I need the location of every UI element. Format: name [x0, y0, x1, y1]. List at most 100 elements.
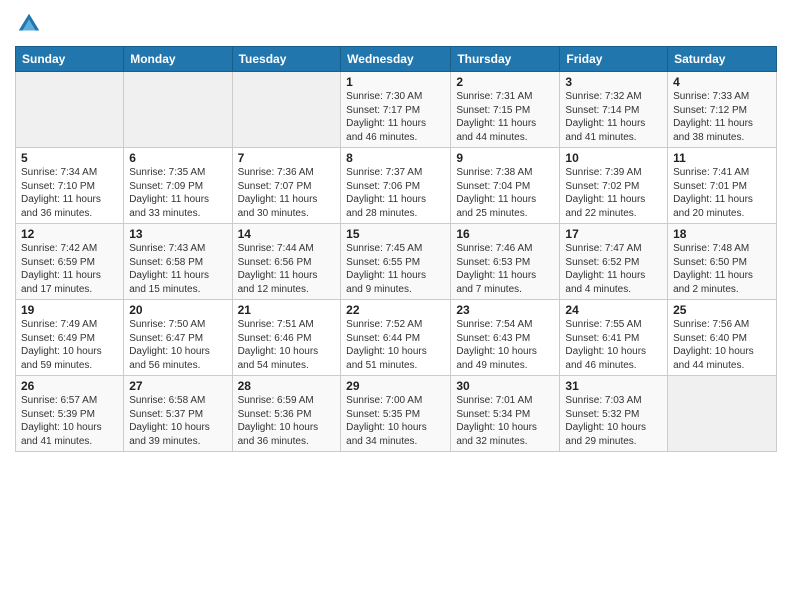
- day-number: 27: [129, 379, 226, 393]
- day-number: 28: [238, 379, 336, 393]
- calendar-cell: 4Sunrise: 7:33 AM Sunset: 7:12 PM Daylig…: [668, 72, 777, 148]
- calendar-week-row: 19Sunrise: 7:49 AM Sunset: 6:49 PM Dayli…: [16, 300, 777, 376]
- weekday-header-row: SundayMondayTuesdayWednesdayThursdayFrid…: [16, 47, 777, 72]
- calendar-cell: 24Sunrise: 7:55 AM Sunset: 6:41 PM Dayli…: [560, 300, 668, 376]
- day-info: Sunrise: 7:52 AM Sunset: 6:44 PM Dayligh…: [346, 318, 445, 372]
- day-info: Sunrise: 7:03 AM Sunset: 5:32 PM Dayligh…: [565, 394, 662, 448]
- calendar-cell: 2Sunrise: 7:31 AM Sunset: 7:15 PM Daylig…: [451, 72, 560, 148]
- day-info: Sunrise: 7:42 AM Sunset: 6:59 PM Dayligh…: [21, 242, 118, 296]
- weekday-header: Tuesday: [232, 47, 341, 72]
- day-number: 30: [456, 379, 554, 393]
- calendar-cell: 6Sunrise: 7:35 AM Sunset: 7:09 PM Daylig…: [124, 148, 232, 224]
- day-number: 21: [238, 303, 336, 317]
- calendar-cell: 29Sunrise: 7:00 AM Sunset: 5:35 PM Dayli…: [341, 376, 451, 452]
- day-number: 17: [565, 227, 662, 241]
- day-info: Sunrise: 7:39 AM Sunset: 7:02 PM Dayligh…: [565, 166, 662, 220]
- day-info: Sunrise: 7:43 AM Sunset: 6:58 PM Dayligh…: [129, 242, 226, 296]
- day-number: 26: [21, 379, 118, 393]
- calendar-cell: 12Sunrise: 7:42 AM Sunset: 6:59 PM Dayli…: [16, 224, 124, 300]
- calendar-cell: 30Sunrise: 7:01 AM Sunset: 5:34 PM Dayli…: [451, 376, 560, 452]
- calendar-cell: 1Sunrise: 7:30 AM Sunset: 7:17 PM Daylig…: [341, 72, 451, 148]
- calendar-week-row: 26Sunrise: 6:57 AM Sunset: 5:39 PM Dayli…: [16, 376, 777, 452]
- weekday-header: Sunday: [16, 47, 124, 72]
- day-info: Sunrise: 7:31 AM Sunset: 7:15 PM Dayligh…: [456, 90, 554, 144]
- calendar-cell: [668, 376, 777, 452]
- calendar-cell: 8Sunrise: 7:37 AM Sunset: 7:06 PM Daylig…: [341, 148, 451, 224]
- calendar-table: SundayMondayTuesdayWednesdayThursdayFrid…: [15, 46, 777, 452]
- day-number: 12: [21, 227, 118, 241]
- calendar-cell: [124, 72, 232, 148]
- calendar-cell: 9Sunrise: 7:38 AM Sunset: 7:04 PM Daylig…: [451, 148, 560, 224]
- weekday-header: Wednesday: [341, 47, 451, 72]
- calendar-cell: 21Sunrise: 7:51 AM Sunset: 6:46 PM Dayli…: [232, 300, 341, 376]
- calendar-week-row: 12Sunrise: 7:42 AM Sunset: 6:59 PM Dayli…: [16, 224, 777, 300]
- day-number: 20: [129, 303, 226, 317]
- logo: [15, 10, 47, 38]
- calendar-cell: 7Sunrise: 7:36 AM Sunset: 7:07 PM Daylig…: [232, 148, 341, 224]
- calendar-cell: 17Sunrise: 7:47 AM Sunset: 6:52 PM Dayli…: [560, 224, 668, 300]
- day-number: 23: [456, 303, 554, 317]
- logo-icon: [15, 10, 43, 38]
- day-number: 15: [346, 227, 445, 241]
- day-number: 5: [21, 151, 118, 165]
- day-number: 14: [238, 227, 336, 241]
- day-info: Sunrise: 7:51 AM Sunset: 6:46 PM Dayligh…: [238, 318, 336, 372]
- day-info: Sunrise: 7:32 AM Sunset: 7:14 PM Dayligh…: [565, 90, 662, 144]
- calendar-cell: 28Sunrise: 6:59 AM Sunset: 5:36 PM Dayli…: [232, 376, 341, 452]
- day-info: Sunrise: 7:46 AM Sunset: 6:53 PM Dayligh…: [456, 242, 554, 296]
- day-number: 10: [565, 151, 662, 165]
- calendar-cell: 3Sunrise: 7:32 AM Sunset: 7:14 PM Daylig…: [560, 72, 668, 148]
- day-info: Sunrise: 7:44 AM Sunset: 6:56 PM Dayligh…: [238, 242, 336, 296]
- day-info: Sunrise: 7:41 AM Sunset: 7:01 PM Dayligh…: [673, 166, 771, 220]
- calendar-cell: 14Sunrise: 7:44 AM Sunset: 6:56 PM Dayli…: [232, 224, 341, 300]
- calendar-cell: 19Sunrise: 7:49 AM Sunset: 6:49 PM Dayli…: [16, 300, 124, 376]
- day-number: 25: [673, 303, 771, 317]
- calendar-cell: 31Sunrise: 7:03 AM Sunset: 5:32 PM Dayli…: [560, 376, 668, 452]
- calendar-cell: 23Sunrise: 7:54 AM Sunset: 6:43 PM Dayli…: [451, 300, 560, 376]
- day-info: Sunrise: 7:54 AM Sunset: 6:43 PM Dayligh…: [456, 318, 554, 372]
- day-number: 13: [129, 227, 226, 241]
- day-number: 4: [673, 75, 771, 89]
- day-info: Sunrise: 6:58 AM Sunset: 5:37 PM Dayligh…: [129, 394, 226, 448]
- day-number: 1: [346, 75, 445, 89]
- calendar-week-row: 5Sunrise: 7:34 AM Sunset: 7:10 PM Daylig…: [16, 148, 777, 224]
- day-number: 2: [456, 75, 554, 89]
- day-info: Sunrise: 7:34 AM Sunset: 7:10 PM Dayligh…: [21, 166, 118, 220]
- calendar-cell: 10Sunrise: 7:39 AM Sunset: 7:02 PM Dayli…: [560, 148, 668, 224]
- day-number: 19: [21, 303, 118, 317]
- header: [15, 10, 777, 38]
- day-info: Sunrise: 6:59 AM Sunset: 5:36 PM Dayligh…: [238, 394, 336, 448]
- day-info: Sunrise: 7:30 AM Sunset: 7:17 PM Dayligh…: [346, 90, 445, 144]
- day-info: Sunrise: 7:55 AM Sunset: 6:41 PM Dayligh…: [565, 318, 662, 372]
- day-info: Sunrise: 7:35 AM Sunset: 7:09 PM Dayligh…: [129, 166, 226, 220]
- calendar-cell: 13Sunrise: 7:43 AM Sunset: 6:58 PM Dayli…: [124, 224, 232, 300]
- weekday-header: Monday: [124, 47, 232, 72]
- weekday-header: Thursday: [451, 47, 560, 72]
- calendar-cell: 16Sunrise: 7:46 AM Sunset: 6:53 PM Dayli…: [451, 224, 560, 300]
- calendar-cell: 15Sunrise: 7:45 AM Sunset: 6:55 PM Dayli…: [341, 224, 451, 300]
- weekday-header: Friday: [560, 47, 668, 72]
- day-info: Sunrise: 7:47 AM Sunset: 6:52 PM Dayligh…: [565, 242, 662, 296]
- day-number: 9: [456, 151, 554, 165]
- calendar-cell: 5Sunrise: 7:34 AM Sunset: 7:10 PM Daylig…: [16, 148, 124, 224]
- calendar-cell: [232, 72, 341, 148]
- day-info: Sunrise: 7:56 AM Sunset: 6:40 PM Dayligh…: [673, 318, 771, 372]
- calendar-cell: 22Sunrise: 7:52 AM Sunset: 6:44 PM Dayli…: [341, 300, 451, 376]
- day-info: Sunrise: 7:50 AM Sunset: 6:47 PM Dayligh…: [129, 318, 226, 372]
- day-info: Sunrise: 6:57 AM Sunset: 5:39 PM Dayligh…: [21, 394, 118, 448]
- weekday-header: Saturday: [668, 47, 777, 72]
- day-number: 18: [673, 227, 771, 241]
- day-number: 16: [456, 227, 554, 241]
- day-number: 6: [129, 151, 226, 165]
- calendar-cell: 26Sunrise: 6:57 AM Sunset: 5:39 PM Dayli…: [16, 376, 124, 452]
- day-info: Sunrise: 7:38 AM Sunset: 7:04 PM Dayligh…: [456, 166, 554, 220]
- calendar-week-row: 1Sunrise: 7:30 AM Sunset: 7:17 PM Daylig…: [16, 72, 777, 148]
- day-number: 8: [346, 151, 445, 165]
- calendar-cell: 25Sunrise: 7:56 AM Sunset: 6:40 PM Dayli…: [668, 300, 777, 376]
- day-number: 7: [238, 151, 336, 165]
- day-info: Sunrise: 7:01 AM Sunset: 5:34 PM Dayligh…: [456, 394, 554, 448]
- day-number: 29: [346, 379, 445, 393]
- calendar-cell: [16, 72, 124, 148]
- day-info: Sunrise: 7:49 AM Sunset: 6:49 PM Dayligh…: [21, 318, 118, 372]
- page: SundayMondayTuesdayWednesdayThursdayFrid…: [0, 0, 792, 612]
